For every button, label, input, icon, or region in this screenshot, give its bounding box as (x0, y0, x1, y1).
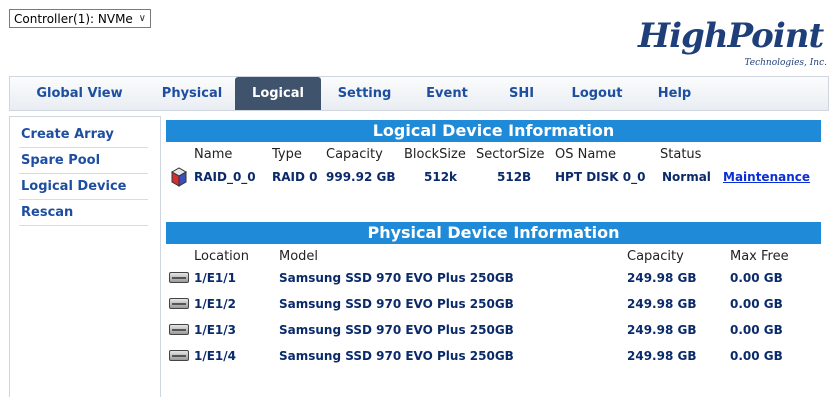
sidebar-item-create-array[interactable]: Create Array (19, 122, 148, 148)
col-header-max-free: Max Free (730, 249, 789, 264)
controller-select[interactable]: Controller(1): NVMe ∨ (9, 9, 151, 28)
logo-subtitle: Technologies, Inc. (744, 58, 827, 68)
col-header-name: Name (194, 147, 233, 162)
col-header-pd-capacity: Capacity (627, 249, 684, 264)
col-header-blocksize: BlockSize (404, 147, 466, 162)
pd-model: Samsung SSD 970 EVO Plus 250GB (279, 323, 514, 337)
controller-select-value: Controller(1): NVMe (14, 11, 133, 26)
maintenance-link[interactable]: Maintenance (723, 170, 810, 184)
disk-icon (169, 324, 189, 335)
col-header-os-name: OS Name (555, 147, 616, 162)
tab-logical[interactable]: Logical (235, 77, 321, 110)
disk-icon (169, 298, 189, 309)
chevron-down-icon: ∨ (138, 13, 146, 24)
highpoint-logo: HighPoint Technologies, Inc. (636, 16, 831, 70)
pd-max-free: 0.00 GB (730, 297, 783, 311)
logical-blocksize: 512k (424, 170, 458, 184)
pd-location[interactable]: 1/E1/2 (194, 297, 236, 311)
pd-max-free: 0.00 GB (730, 271, 783, 285)
col-header-sectorsize: SectorSize (476, 147, 545, 162)
tab-event[interactable]: Event (408, 77, 486, 110)
pd-model: Samsung SSD 970 EVO Plus 250GB (279, 297, 514, 311)
pd-model: Samsung SSD 970 EVO Plus 250GB (279, 349, 514, 363)
tab-logout[interactable]: Logout (557, 77, 637, 110)
pd-location[interactable]: 1/E1/1 (194, 271, 236, 285)
logical-os-name: HPT DISK 0_0 (555, 170, 646, 184)
col-header-status: Status (660, 147, 702, 162)
pd-location[interactable]: 1/E1/3 (194, 323, 236, 337)
logical-device-title: Logical Device Information (166, 120, 821, 142)
logical-type: RAID 0 (272, 170, 318, 184)
sidebar-item-spare-pool[interactable]: Spare Pool (19, 148, 148, 174)
tab-setting[interactable]: Setting (321, 77, 408, 110)
col-header-capacity: Capacity (326, 147, 383, 162)
col-header-type: Type (272, 147, 302, 162)
disk-icon (169, 272, 189, 283)
tab-physical[interactable]: Physical (149, 77, 235, 110)
pd-capacity: 249.98 GB (627, 297, 697, 311)
logical-capacity: 999.92 GB (326, 170, 396, 184)
pd-max-free: 0.00 GB (730, 323, 783, 337)
physical-device-title: Physical Device Information (166, 222, 821, 244)
logical-sectorsize: 512B (497, 170, 532, 184)
col-header-location: Location (194, 249, 249, 264)
pd-capacity: 249.98 GB (627, 349, 697, 363)
disk-icon (169, 350, 189, 361)
pd-capacity: 249.98 GB (627, 323, 697, 337)
pd-model: Samsung SSD 970 EVO Plus 250GB (279, 271, 514, 285)
sidebar-item-logical-device[interactable]: Logical Device (19, 174, 148, 200)
main-nav: Global View Physical Logical Setting Eve… (9, 76, 829, 111)
logical-status: Normal (662, 170, 711, 184)
tab-help[interactable]: Help (637, 77, 712, 110)
logo-name: HighPoint (638, 16, 824, 56)
pd-capacity: 249.98 GB (627, 271, 697, 285)
col-header-model: Model (279, 249, 319, 264)
left-sidebar: Create Array Spare Pool Logical Device R… (9, 116, 161, 397)
sidebar-item-rescan[interactable]: Rescan (19, 200, 148, 226)
tab-global-view[interactable]: Global View (10, 77, 149, 110)
raid-array-icon (170, 167, 188, 187)
logical-name[interactable]: RAID_0_0 (194, 170, 256, 184)
tab-shi[interactable]: SHI (486, 77, 557, 110)
pd-max-free: 0.00 GB (730, 349, 783, 363)
pd-location[interactable]: 1/E1/4 (194, 349, 236, 363)
